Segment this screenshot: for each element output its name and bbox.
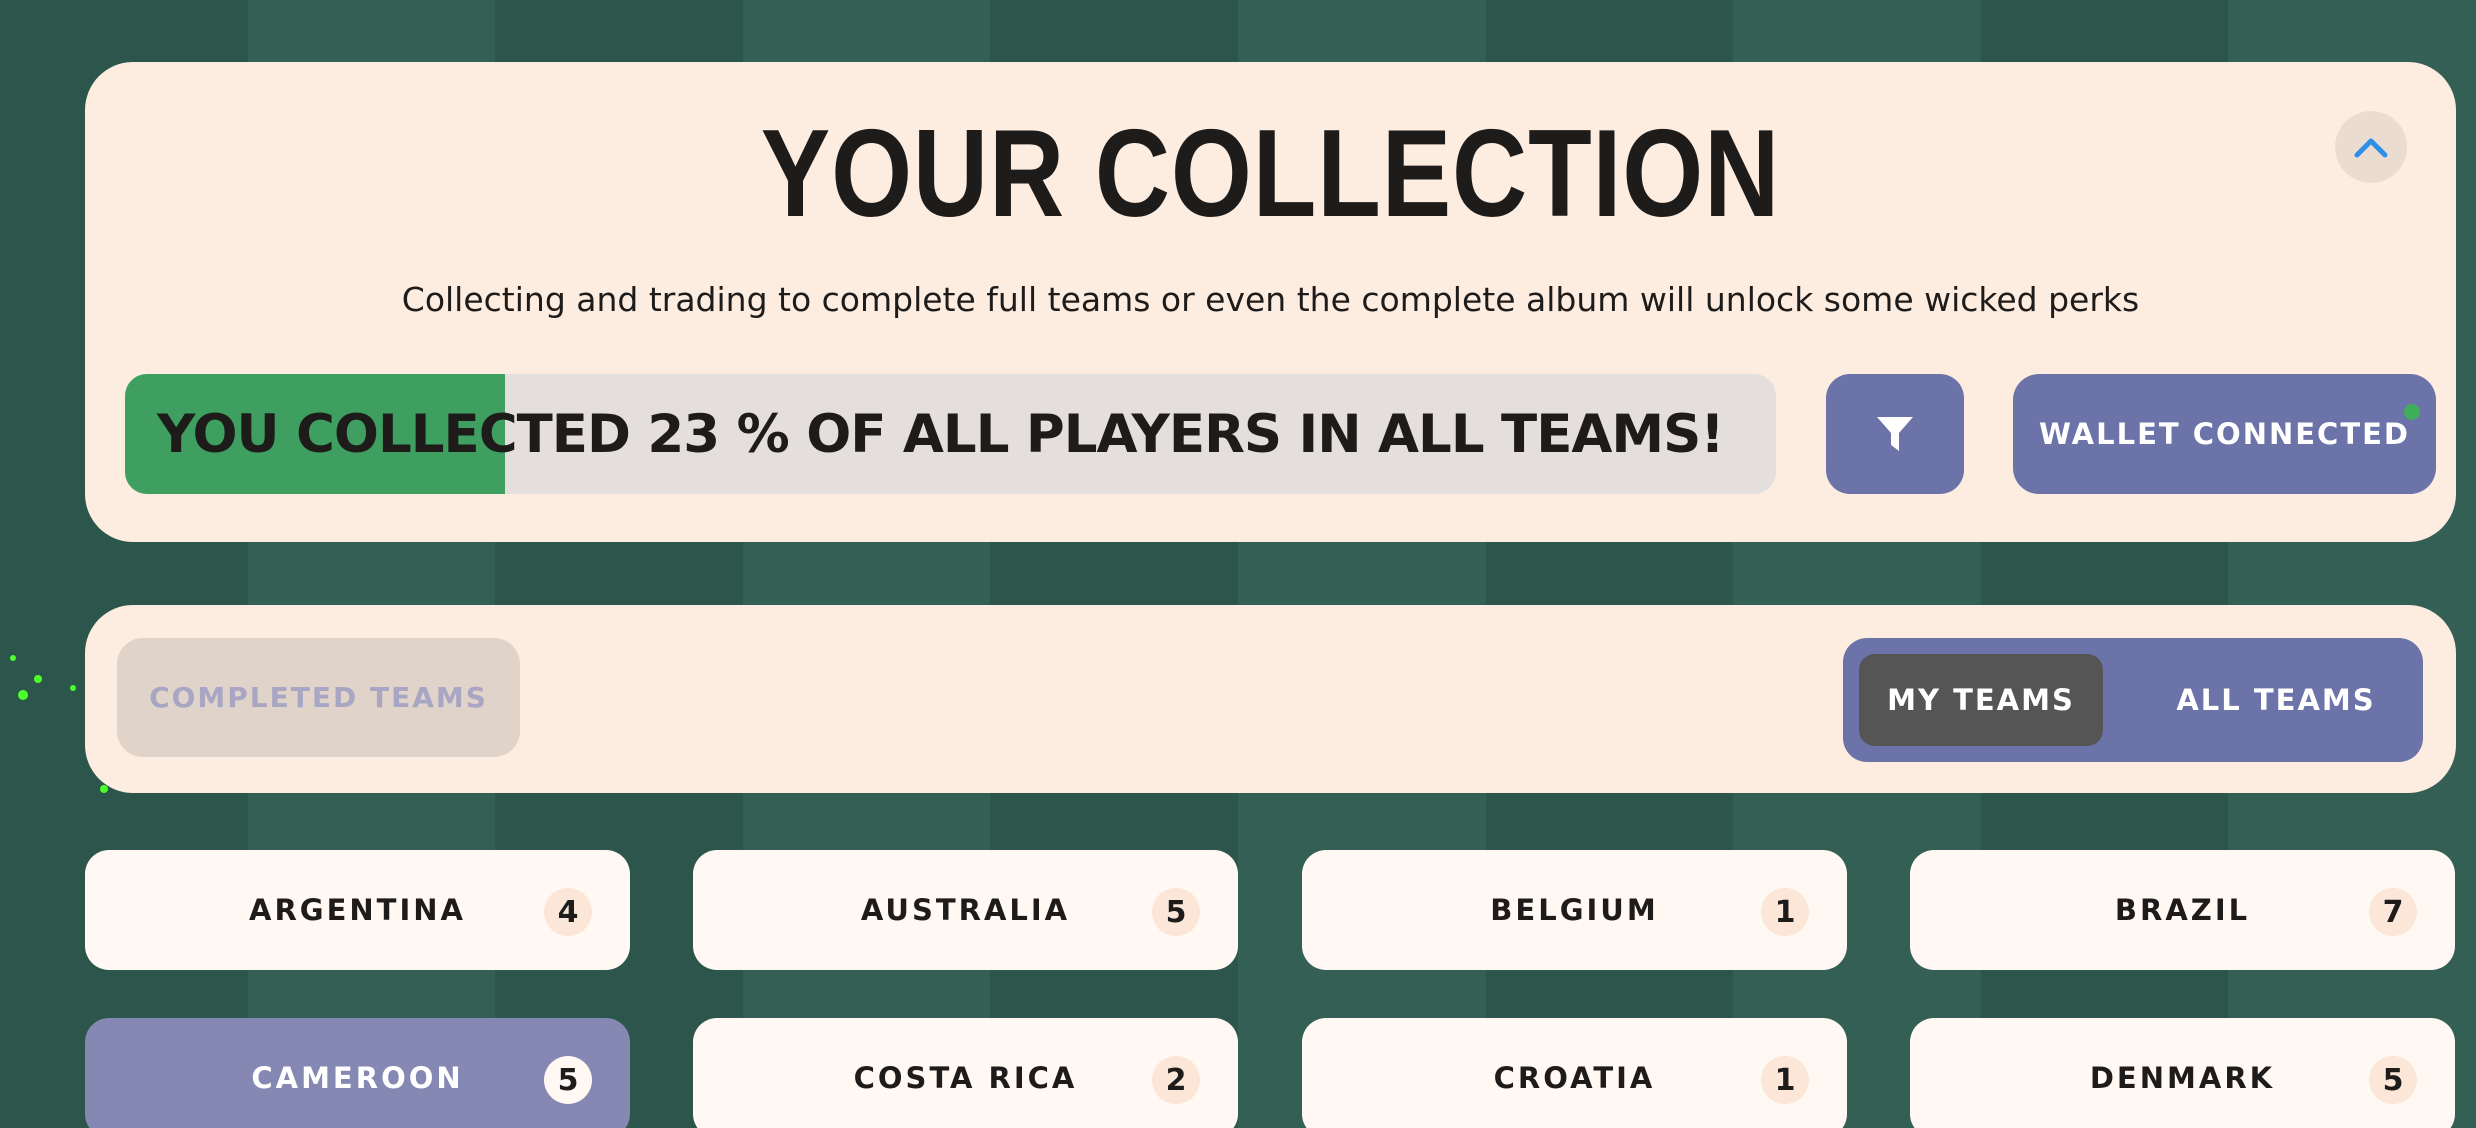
team-name: ARGENTINA xyxy=(249,893,466,927)
team-count-badge: 5 xyxy=(544,1056,592,1104)
team-count-badge: 1 xyxy=(1761,1056,1809,1104)
filter-icon xyxy=(1877,417,1913,451)
team-card[interactable]: COSTA RICA 2 xyxy=(693,1018,1238,1128)
team-card[interactable]: CROATIA 1 xyxy=(1302,1018,1847,1128)
team-card[interactable]: BRAZIL 7 xyxy=(1910,850,2455,970)
team-count-badge: 5 xyxy=(1152,888,1200,936)
team-name: BRAZIL xyxy=(2114,893,2251,927)
team-count-badge: 1 xyxy=(1761,888,1809,936)
completed-teams-button[interactable]: COMPLETED TEAMS xyxy=(117,638,520,757)
team-name: CAMEROON xyxy=(251,1061,464,1095)
team-name: AUSTRALIA xyxy=(860,893,1071,927)
wallet-status-dot xyxy=(2404,404,2420,420)
chevron-up-icon xyxy=(2354,138,2388,158)
page-subtitle: Collecting and trading to complete full … xyxy=(401,280,2140,319)
filter-button[interactable] xyxy=(1826,374,1964,494)
confetti-speck xyxy=(18,690,28,700)
collection-progress-bar: YOU COLLECTED 23 % OF ALL PLAYERS IN ALL… xyxy=(125,374,1776,494)
team-count-badge: 7 xyxy=(2369,888,2417,936)
team-card[interactable]: CAMEROON 5 xyxy=(85,1018,630,1128)
tab-my-teams[interactable]: MY TEAMS xyxy=(1859,654,2103,746)
team-count-badge: 4 xyxy=(544,888,592,936)
team-count-badge: 5 xyxy=(2369,1056,2417,1104)
team-name: BELGIUM xyxy=(1490,893,1659,927)
team-card[interactable]: ARGENTINA 4 xyxy=(85,850,630,970)
team-card[interactable]: DENMARK 5 xyxy=(1910,1018,2455,1128)
wallet-button-label: WALLET CONNECTED xyxy=(2038,417,2410,451)
tab-all-teams[interactable]: ALL TEAMS xyxy=(2143,654,2409,746)
progress-text: YOU COLLECTED 23 % OF ALL PLAYERS IN ALL… xyxy=(157,403,1724,465)
confetti-speck xyxy=(70,685,76,691)
confetti-speck xyxy=(100,785,108,793)
confetti-speck xyxy=(10,655,16,661)
team-name: DENMARK xyxy=(2089,1061,2276,1095)
team-count-badge: 2 xyxy=(1152,1056,1200,1104)
teams-toggle: MY TEAMS ALL TEAMS xyxy=(1843,638,2423,762)
team-name: CROATIA xyxy=(1493,1061,1656,1095)
wallet-connected-button[interactable]: WALLET CONNECTED xyxy=(2013,374,2436,494)
collapse-button[interactable] xyxy=(2335,111,2407,183)
team-name: COSTA RICA xyxy=(853,1061,1078,1095)
team-card[interactable]: AUSTRALIA 5 xyxy=(693,850,1238,970)
team-card[interactable]: BELGIUM 1 xyxy=(1302,850,1847,970)
page-title: YOUR COLLECTION xyxy=(760,105,1781,243)
confetti-speck xyxy=(34,675,42,683)
